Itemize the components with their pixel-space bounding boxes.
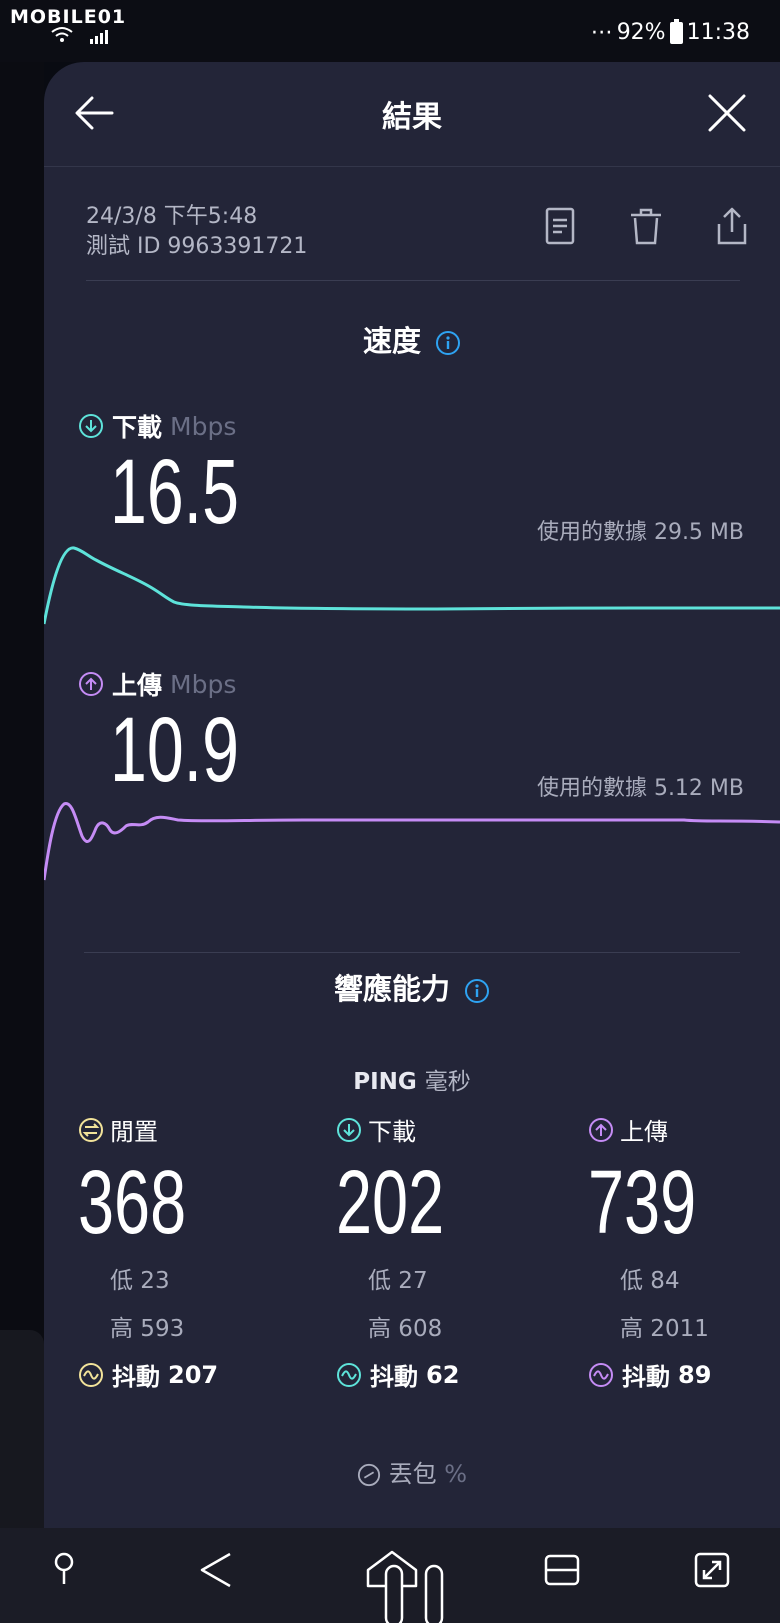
packet-loss-unit: %: [444, 1460, 468, 1488]
ping-download-jitter: 抖動 62: [336, 1357, 556, 1392]
download-speed-value: 16.5: [110, 441, 239, 543]
clock: 11:38: [686, 20, 750, 45]
result-sheet: 結果 24/3/8 下午5:48 測試 ID 9963391721 速度 下載 …: [44, 62, 780, 1623]
ping-download-high: 高 608: [368, 1316, 443, 1342]
upload-arrow-icon: [589, 1117, 613, 1142]
ping-heading: PING 毫秒: [44, 1062, 780, 1096]
info-icon[interactable]: [464, 978, 490, 1004]
status-bar: MOBILE01 ⋯ 92% 11:38: [0, 0, 780, 62]
ping-download-label: 下載: [368, 1118, 416, 1146]
upload-unit: Mbps: [170, 669, 237, 699]
ping-idle-header: 閒置: [78, 1112, 298, 1147]
signal-icon: [51, 27, 108, 44]
upload-label-text: 上傳: [112, 671, 163, 700]
close-icon[interactable]: [702, 88, 752, 138]
nav-back-icon[interactable]: [196, 1548, 236, 1592]
background-card-edge: [0, 1330, 44, 1560]
ping-upload-high: 高 2011: [620, 1316, 709, 1342]
ping-idle-value: 368: [78, 1153, 187, 1253]
download-label-text: 下載: [112, 413, 163, 442]
page-title: 結果: [382, 100, 442, 135]
test-id: 測試 ID 9963391721: [86, 234, 308, 259]
divider: [86, 280, 740, 281]
responsiveness-section-title: 響應能力: [44, 966, 780, 1008]
pin-icon[interactable]: [50, 1548, 78, 1592]
jitter-label: 抖動: [370, 1363, 418, 1391]
download-arrow-icon: [337, 1117, 361, 1142]
upload-arrow-icon: [79, 672, 103, 696]
jitter-icon: [337, 1362, 361, 1387]
ping-idle-jitter: 抖動 207: [78, 1357, 298, 1392]
ping-idle-high: 高 593: [110, 1316, 185, 1342]
jitter-value: 62: [426, 1360, 460, 1389]
info-icon[interactable]: [435, 330, 461, 356]
idle-icon: [79, 1117, 103, 1142]
ping-download-value: 202: [336, 1153, 445, 1253]
divider: [84, 952, 740, 953]
carrier-logo: MOBILE01: [10, 6, 127, 28]
ping-idle-column: 閒置 368 低 23 高 593 抖動 207: [78, 1112, 298, 1392]
jitter-value: 207: [168, 1360, 219, 1389]
ping-upload-column: 上傳 739 低 84 高 2011 抖動 89: [588, 1112, 780, 1392]
expand-icon[interactable]: [692, 1548, 732, 1592]
system-nav-bar: [0, 1528, 780, 1623]
share-icon[interactable]: [712, 204, 752, 248]
ping-label: PING: [353, 1069, 417, 1095]
download-arrow-icon: [79, 414, 103, 438]
packet-loss-label: 丟包: [388, 1460, 437, 1488]
ping-upload-value: 739: [588, 1153, 697, 1253]
jitter-icon: [589, 1362, 613, 1387]
download-graph-line: [44, 546, 780, 625]
status-right: ⋯ 92% 11:38: [590, 18, 750, 45]
jitter-icon: [79, 1362, 103, 1387]
ping-idle-label: 閒置: [110, 1118, 158, 1146]
upload-graph-line: [44, 802, 780, 881]
more-dots: ⋯: [590, 20, 613, 45]
jitter-label: 抖動: [622, 1363, 670, 1391]
battery-percent: 92%: [616, 20, 666, 45]
ping-unit: 毫秒: [424, 1069, 471, 1095]
battery-icon: [669, 18, 683, 44]
download-unit: Mbps: [170, 411, 237, 441]
upload-label: 上傳 Mbps: [78, 666, 236, 702]
upload-speed-graph: [44, 802, 780, 881]
jitter-label: 抖動: [112, 1363, 160, 1391]
speed-title-text: 速度: [362, 324, 421, 358]
test-date: 24/3/8 下午5:48: [86, 204, 258, 229]
upload-speed-value: 10.9: [110, 699, 239, 801]
recent-apps-icon[interactable]: [542, 1548, 582, 1592]
trash-icon[interactable]: [626, 204, 666, 248]
ping-download-low: 低 27: [368, 1268, 428, 1294]
ping-upload-header: 上傳: [588, 1112, 780, 1147]
test-meta: 24/3/8 下午5:48 測試 ID 9963391721: [86, 202, 307, 262]
packet-loss: 丟包 %: [44, 1454, 780, 1489]
ping-download-column: 下載 202 低 27 高 608 抖動 62: [336, 1112, 556, 1392]
home-icon[interactable]: [362, 1542, 462, 1623]
jitter-value: 89: [678, 1360, 712, 1389]
ping-upload-label: 上傳: [620, 1118, 668, 1146]
ping-idle-low: 低 23: [110, 1268, 170, 1294]
speed-section-title: 速度: [44, 318, 780, 360]
document-icon[interactable]: [540, 204, 580, 248]
ping-upload-jitter: 抖動 89: [588, 1357, 780, 1392]
download-speed-graph: [44, 546, 780, 625]
download-label: 下載 Mbps: [78, 408, 236, 444]
meta-actions: [540, 204, 752, 248]
ping-download-header: 下載: [336, 1112, 556, 1147]
top-bar: 結果: [44, 62, 780, 167]
packet-loss-icon: [357, 1463, 381, 1487]
ping-upload-low: 低 84: [620, 1268, 680, 1294]
responsiveness-title-text: 響應能力: [333, 972, 450, 1006]
